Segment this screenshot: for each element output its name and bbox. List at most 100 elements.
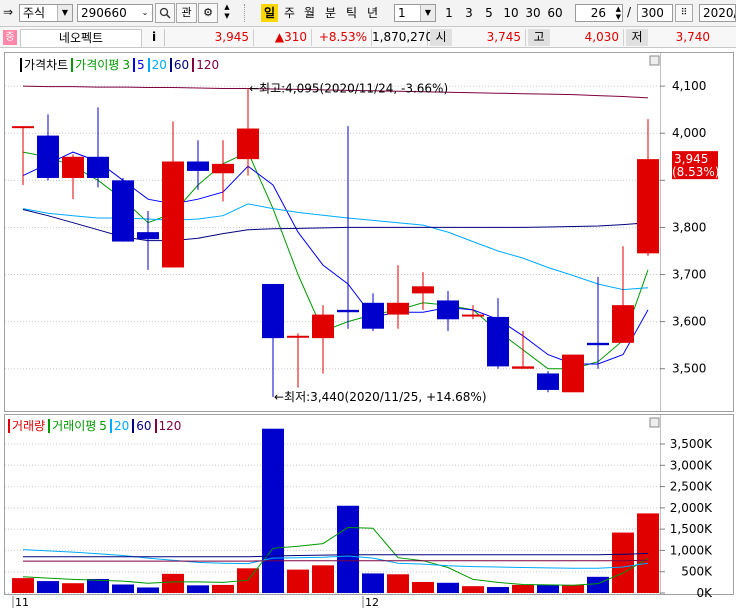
price-panel-collapse-button[interactable] [649, 55, 660, 66]
candle-body [237, 128, 259, 160]
volume-bar [512, 584, 534, 593]
current-percent-label: (8.53%) [672, 165, 719, 179]
low-price: 3,740 [675, 30, 710, 44]
candle-body [437, 300, 459, 320]
total-count-input[interactable]: 300 [637, 4, 673, 22]
volume-bar [362, 573, 384, 593]
legend-volume-ma-120[interactable]: 120 [154, 419, 182, 433]
period-month-button[interactable]: 월 [301, 4, 318, 22]
volume-tick-label: 500K [681, 565, 713, 579]
candle-body [387, 302, 409, 315]
chevron-down-icon[interactable]: ▼ [420, 5, 435, 21]
volume-panel-collapse-button[interactable] [649, 417, 660, 428]
volume-bar [162, 573, 184, 593]
market-select[interactable]: 주식 ▼ [19, 4, 73, 22]
volume-bar [412, 581, 434, 593]
spin-down-icon[interactable]: ▼ [220, 12, 234, 21]
legend-volume-ma-60[interactable]: 60 [132, 419, 152, 433]
legend-price-ma-5[interactable]: 5 [132, 58, 145, 72]
market-select-value: 주식 [23, 6, 46, 20]
count-spinner[interactable]: ▲ ▼ [220, 3, 234, 23]
toolbar: ⇒ 주식 ▼ 290660 ⌄ 관 ⚙ ▲ ▼ 일 주 월 분 틱 년 1 ▼ 1… [0, 0, 736, 27]
minute-1-button[interactable]: 1 [442, 4, 456, 22]
period-day-button[interactable]: 일 [261, 4, 278, 22]
price-tick-label: 3,500 [672, 362, 706, 376]
period-separator [244, 4, 257, 22]
volume-tick-label: 1,000K [670, 543, 713, 557]
menu-arrow-icon[interactable]: ⇒ [3, 5, 13, 19]
watchlist-button[interactable]: 관 [176, 3, 197, 23]
interval-select[interactable]: 1 ▼ [394, 4, 436, 22]
chevron-down-icon[interactable]: ▼ [57, 5, 72, 21]
legend-price-ma[interactable]: 가격이평 [71, 58, 120, 72]
legend-price-ma-3[interactable]: 3 [122, 58, 130, 72]
legend-volume[interactable]: 거래량 [8, 419, 46, 433]
settings-icon: ⚙ [203, 6, 213, 19]
volume-bar [212, 584, 234, 593]
open-label: 시 [430, 29, 452, 46]
price-tick-label: 4,100 [672, 79, 706, 93]
stock-info-button[interactable]: i [144, 29, 165, 46]
price-high-annotation: ←최고:4,095(2020/11/24, -3.66%) [249, 81, 448, 95]
legend-volume-ma-5[interactable]: 5 [99, 419, 107, 433]
candle-body [212, 163, 234, 174]
candle-body [637, 159, 659, 254]
candle-body [137, 232, 159, 240]
candle-body [337, 309, 359, 313]
candle-body [512, 366, 534, 369]
legend-price-chart[interactable]: 가격차트 [20, 58, 69, 72]
candle-body [37, 135, 59, 178]
volume-bar [87, 578, 109, 593]
candle-body [112, 180, 134, 242]
count-stepper-icon[interactable]: ▲ ▼ [616, 5, 621, 21]
legend-price-ma-20[interactable]: 20 [147, 58, 167, 72]
stock-code-input[interactable]: 290660 ⌄ [77, 4, 153, 22]
volume-tick-label: 3,000K [670, 458, 713, 472]
minute-60-button[interactable]: 60 [546, 4, 564, 22]
legend-volume-ma[interactable]: 거래이평 [48, 419, 97, 433]
date-input[interactable]: 2020/ [699, 4, 736, 22]
low-label: 저 [626, 29, 648, 46]
stock-name: 네오펙트 [20, 29, 142, 48]
candle-body [262, 283, 284, 339]
period-minute-button[interactable]: 분 [322, 4, 339, 22]
minute-5-button[interactable]: 5 [482, 4, 496, 22]
candle-body [362, 302, 384, 329]
chart-area[interactable]: 3,500 3,600 3,700 3,800 4,000 4,100 0K 500K 1,00… [4, 52, 734, 608]
x-axis-label: 11 [15, 596, 29, 608]
volume-bar [587, 576, 609, 593]
minute-30-button[interactable]: 30 [524, 4, 542, 22]
period-year-button[interactable]: 년 [364, 4, 381, 22]
price-tick-label: 3,800 [672, 220, 706, 234]
volume-bar [612, 532, 634, 593]
stock-chart[interactable]: 3,500 3,600 3,700 3,800 4,000 4,100 0K 500K 1,00… [4, 52, 734, 608]
minute-3-button[interactable]: 3 [462, 4, 476, 22]
price-change: ▲310 [254, 29, 312, 46]
volume-bar [312, 565, 334, 593]
period-week-button[interactable]: 주 [281, 4, 298, 22]
legend-price-ma-60[interactable]: 60 [169, 58, 190, 72]
minute-10-button[interactable]: 10 [502, 4, 520, 22]
candle-body [12, 126, 34, 129]
trade-volume: 1,870,270 [372, 29, 434, 46]
candle-body [87, 156, 109, 178]
price-tick-label: 3,600 [672, 315, 706, 329]
display-count-input[interactable]: 26 ▲ ▼ [575, 4, 623, 22]
chart-settings-button[interactable]: ⚙ [198, 3, 218, 23]
spin-up-icon[interactable]: ▲ [220, 3, 234, 12]
volume-bar [62, 583, 84, 593]
volume-tick-label: 1,500K [670, 522, 713, 536]
volume-bar [287, 569, 309, 593]
legend-price-ma-120[interactable]: 120 [192, 58, 220, 72]
period-tick-button[interactable]: 틱 [343, 4, 360, 22]
candle-body [612, 305, 634, 343]
volume-bar [187, 585, 209, 593]
candle-body [187, 161, 209, 171]
chevron-down-icon[interactable]: ⌄ [138, 5, 152, 21]
candle-body [462, 314, 484, 317]
current-price: 3,945 [166, 29, 254, 46]
high-label: 고 [528, 29, 550, 46]
chart-grid-button[interactable]: ⠿ [675, 4, 693, 22]
legend-volume-ma-20[interactable]: 20 [109, 419, 130, 433]
search-button[interactable] [155, 3, 175, 23]
